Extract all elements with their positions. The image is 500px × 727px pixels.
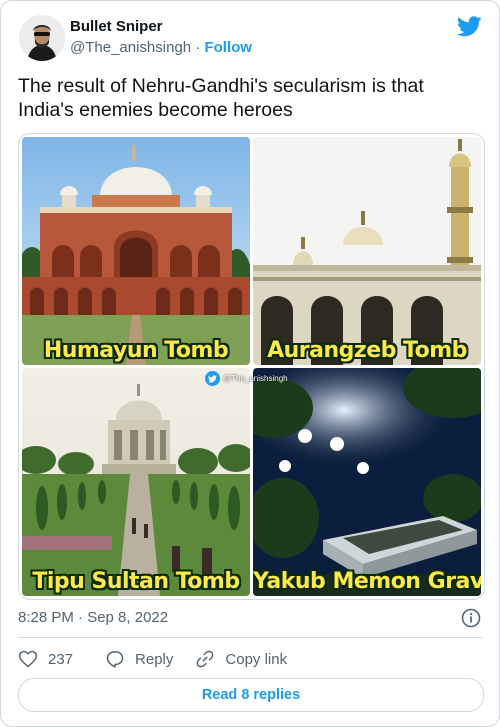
action-bar: 237 Reply Copy link [18,649,287,669]
heart-icon [18,650,38,668]
tile-caption: Humayun Tomb [43,338,229,363]
reply-bubble-icon [106,651,124,668]
like-button[interactable]: 237 [18,649,73,669]
divider [18,637,482,638]
link-icon [197,650,214,668]
read-replies-label: Read 8 replies [201,687,301,703]
follow-button[interactable]: Follow [204,39,252,56]
media-tile-humayun-tomb[interactable]: Humayun Tomb [22,137,250,365]
info-icon[interactable] [461,608,481,628]
tipu-sultan-tomb-photo [22,368,250,596]
copy-link-label: Copy link [225,650,288,668]
tweet-media[interactable]: Humayun Tomb Aurangzeb Tomb Tipu Sultan … [18,133,485,600]
yakub-memon-grave-photo [253,368,481,596]
tweet-text: The result of Nehru-Gandhi's secularism … [18,75,424,121]
reply-button[interactable]: Reply [105,649,173,669]
tweet-timestamp[interactable]: 8:28 PM · Sep 8, 2022 [18,609,168,626]
twitter-bird-icon[interactable] [457,16,482,37]
read-replies-button[interactable]: Read 8 replies [18,678,484,712]
humayun-tomb-photo [22,137,250,365]
tile-caption: Tipu Sultan Tomb [32,569,240,594]
aurangzeb-tomb-photo [253,137,481,365]
copy-link-button[interactable]: Copy link [195,649,287,669]
separator: · [195,39,201,56]
watermark-text: @The_anishsingh [223,374,288,383]
tweet-card: Bullet Sniper @The_anishsingh · Follow T… [0,0,500,727]
handle-row: @The_anishsingh · Follow [70,39,252,56]
reply-label: Reply [135,650,174,668]
media-tile-tipu-sultan-tomb[interactable]: Tipu Sultan Tomb [22,368,250,596]
avatar[interactable] [19,15,65,61]
watermark-bird-icon [205,371,220,386]
media-tile-aurangzeb-tomb[interactable]: Aurangzeb Tomb [253,137,481,365]
author-name[interactable]: Bullet Sniper [70,18,163,35]
media-watermark: @The_anishsingh [205,371,288,386]
media-tile-yakub-memon-grave[interactable]: Yakub Memon Grave [253,368,481,596]
tile-caption: Aurangzeb Tomb [267,338,467,363]
like-count: 237 [48,650,74,668]
author-handle[interactable]: @The_anishsingh [70,39,191,56]
tile-caption: Yakub Memon Grave [253,569,481,594]
